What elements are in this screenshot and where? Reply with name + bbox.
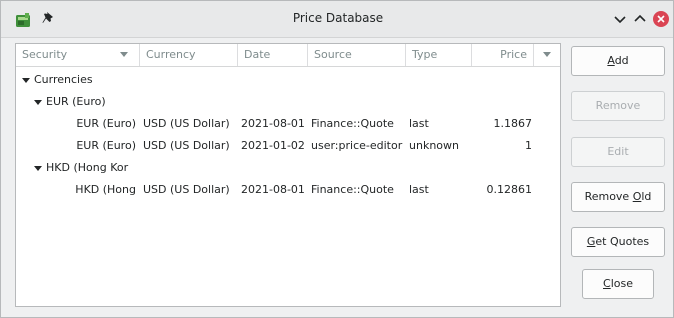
tree-row-commodity[interactable]: HKD (Hong Kor [16, 157, 560, 179]
column-header-price[interactable]: Price [472, 44, 534, 66]
tree-row-commodity[interactable]: EUR (Euro) [16, 91, 560, 113]
security-cell: EUR (Euro) [76, 117, 136, 130]
price-database-window: Price Database Security Currency Date So… [0, 0, 674, 318]
expand-arrow-icon[interactable] [22, 78, 30, 83]
security-cell: Currencies [34, 73, 93, 86]
currency-cell: USD (US Dollar) [143, 183, 230, 196]
add-button[interactable]: Add [571, 46, 665, 76]
column-header-source[interactable]: Source [308, 44, 406, 66]
source-cell: Finance::Quote [311, 117, 394, 130]
price-tree-view[interactable]: Security Currency Date Source Type Price… [15, 43, 561, 307]
close-icon[interactable] [652, 10, 670, 28]
get-quotes-button[interactable]: Get Quotes [571, 227, 665, 257]
price-cell: 1.1867 [493, 117, 533, 130]
price-cell: 0.12861 [486, 183, 533, 196]
currency-cell: USD (US Dollar) [143, 139, 230, 152]
security-cell: HKD (Hong [75, 183, 136, 196]
date-cell: 2021-08-01 [241, 117, 305, 130]
column-header-type[interactable]: Type [406, 44, 472, 66]
sort-chevron-down-icon [120, 52, 128, 57]
source-cell: Finance::Quote [311, 183, 394, 196]
chevron-down-icon[interactable] [611, 10, 629, 28]
remove-button[interactable]: Remove [571, 91, 665, 121]
table-row[interactable]: EUR (Euro) USD (US Dollar) 2021-08-01 Fi… [16, 113, 560, 135]
column-chooser-button[interactable] [534, 44, 560, 66]
chevron-down-icon [543, 52, 551, 57]
table-row[interactable]: EUR (Euro) USD (US Dollar) 2021-01-02 us… [16, 135, 560, 157]
close-button[interactable]: Close [582, 269, 654, 299]
date-cell: 2021-01-02 [241, 139, 305, 152]
security-cell: EUR (Euro) [46, 95, 106, 108]
column-header-date[interactable]: Date [238, 44, 308, 66]
window-title: Price Database [292, 11, 384, 25]
price-cell: 1 [525, 139, 532, 152]
expand-arrow-icon[interactable] [34, 166, 42, 171]
edit-button[interactable]: Edit [571, 137, 665, 167]
table-row[interactable]: HKD (Hong USD (US Dollar) 2021-08-01 Fin… [16, 179, 560, 201]
title-bar[interactable]: Price Database [1, 1, 673, 38]
type-cell: last [409, 117, 429, 130]
date-cell: 2021-08-01 [241, 183, 305, 196]
currency-cell: USD (US Dollar) [143, 117, 230, 130]
remove-old-button[interactable]: Remove Old [571, 182, 665, 212]
security-cell: HKD (Hong Kor [46, 161, 129, 174]
source-cell: user:price-editor [311, 139, 403, 152]
security-cell: EUR (Euro) [76, 139, 136, 152]
column-header-security[interactable]: Security [16, 44, 140, 66]
type-cell: last [409, 183, 429, 196]
expand-arrow-icon[interactable] [34, 100, 42, 105]
chevron-up-icon[interactable] [631, 10, 649, 28]
column-header-row: Security Currency Date Source Type Price [16, 44, 560, 67]
column-header-currency[interactable]: Currency [140, 44, 238, 66]
type-cell: unknown [409, 139, 459, 152]
tree-row-namespace[interactable]: Currencies [16, 69, 560, 91]
